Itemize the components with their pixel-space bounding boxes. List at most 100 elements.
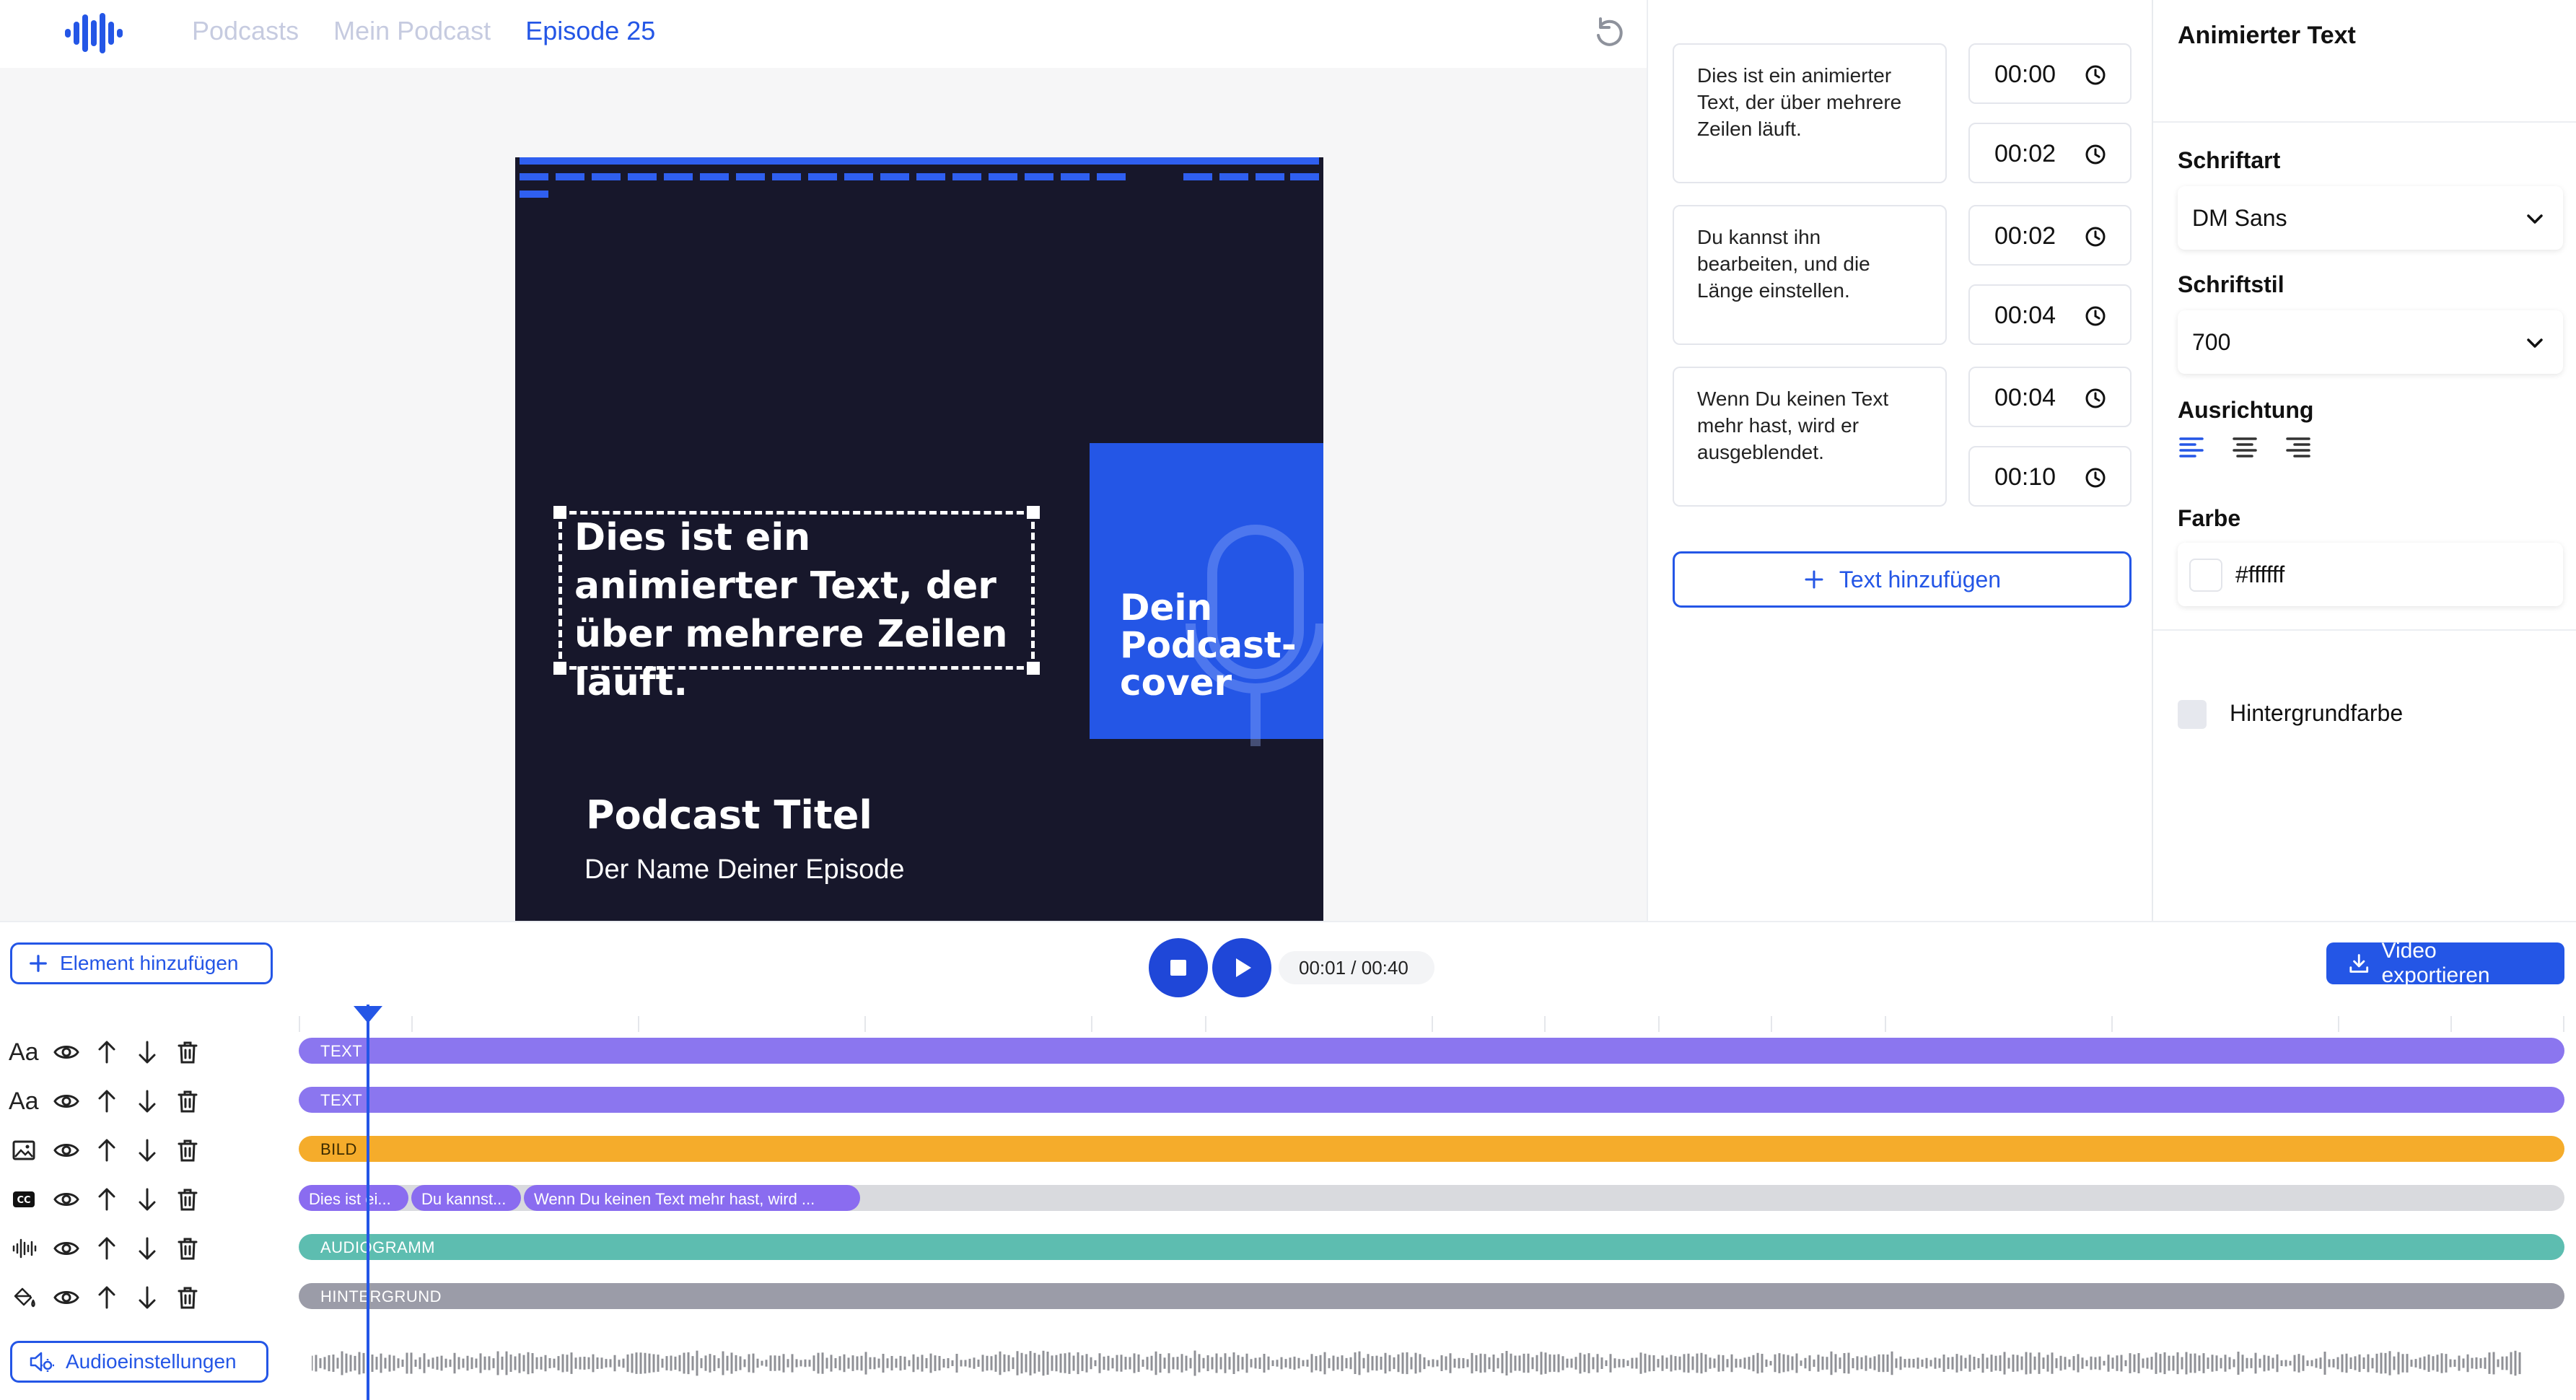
add-text-button[interactable]: Text hinzufügen: [1673, 551, 2132, 608]
font-style-value: 700: [2192, 329, 2231, 355]
play-button[interactable]: [1212, 938, 1271, 997]
arrow-down-icon[interactable]: [134, 1039, 160, 1065]
text-track-bar[interactable]: TEXT: [299, 1087, 2564, 1113]
time-value: 00:02: [1994, 140, 2056, 167]
background-color-checkbox[interactable]: [2178, 700, 2207, 729]
time-value: 00:04: [1994, 384, 2056, 411]
video-canvas[interactable]: Dies ist ein animierter Text, der über m…: [515, 157, 1323, 966]
episode-name-text[interactable]: Der Name Deiner Episode: [584, 854, 905, 885]
arrow-up-icon[interactable]: [94, 1088, 120, 1114]
caption-text-input[interactable]: Du kannst ihn bearbeiten, und die Länge …: [1673, 205, 1947, 345]
captions-track-bar[interactable]: Dies ist ei... Du kannst... Wenn Du kein…: [299, 1185, 2564, 1211]
divider: [2153, 121, 2576, 123]
svg-text:CC: CC: [17, 1195, 30, 1206]
caption-start-time[interactable]: 00:02: [1968, 205, 2132, 266]
caption-chip[interactable]: Du kannst...: [411, 1185, 521, 1211]
eye-icon[interactable]: [53, 1088, 79, 1114]
arrow-up-icon[interactable]: [94, 1137, 120, 1163]
audiogram-waveform[interactable]: [520, 157, 1319, 208]
arrow-down-icon[interactable]: [134, 1235, 160, 1261]
font-value: DM Sans: [2192, 205, 2287, 231]
arrow-up-icon[interactable]: [94, 1235, 120, 1261]
caption-end-time[interactable]: 00:10: [1968, 446, 2132, 507]
color-swatch[interactable]: [2189, 559, 2222, 592]
caption-end-time[interactable]: 00:02: [1968, 123, 2132, 183]
time-ruler[interactable]: [299, 1007, 2564, 1033]
playhead[interactable]: [367, 1005, 369, 1400]
canvas-stage: Dies ist ein animierter Text, der über m…: [0, 68, 1647, 966]
animated-text-element[interactable]: Dies ist ein animierter Text, der über m…: [574, 514, 1043, 707]
podcast-cover-image[interactable]: Dein Podcast-cover: [1090, 443, 1323, 746]
track-label: TEXT: [320, 1091, 363, 1109]
color-label: Farbe: [2178, 505, 2241, 531]
font-select[interactable]: DM Sans: [2178, 186, 2563, 250]
breadcrumb-episode: Episode 25: [525, 16, 656, 45]
breadcrumb-mein-podcast[interactable]: Mein Podcast: [333, 16, 491, 46]
caption-start-time[interactable]: 00:04: [1968, 367, 2132, 427]
eye-icon[interactable]: [53, 1285, 79, 1311]
play-icon: [1236, 958, 1251, 977]
audio-settings-button[interactable]: Audioeinstellungen: [10, 1341, 268, 1383]
align-left-icon[interactable]: [2178, 433, 2205, 460]
image-track-bar[interactable]: BILD: [299, 1136, 2564, 1162]
track-controls-text-2: Aa: [9, 1085, 203, 1117]
paint-bucket-icon: [14, 1287, 35, 1308]
eye-icon[interactable]: [53, 1137, 79, 1163]
caption-chip[interactable]: Dies ist ei...: [299, 1185, 408, 1211]
top-bar: Podcasts Mein Podcast Episode 25: [0, 0, 1647, 68]
breadcrumb: Podcasts Mein Podcast Episode 25: [192, 16, 655, 46]
font-style-select[interactable]: 700: [2178, 310, 2563, 374]
arrow-down-icon[interactable]: [134, 1285, 160, 1311]
eye-icon[interactable]: [53, 1235, 79, 1261]
waveform-icon: [12, 1238, 37, 1259]
resize-handle[interactable]: [553, 506, 566, 519]
color-input[interactable]: #ffffff: [2178, 543, 2563, 606]
add-element-button[interactable]: Element hinzufügen: [10, 942, 273, 984]
clock-icon: [2085, 468, 2106, 488]
eye-icon[interactable]: [53, 1186, 79, 1212]
caption-chip[interactable]: Wenn Du keinen Text mehr hast, wird ...: [524, 1185, 860, 1211]
audio-waveform[interactable]: [312, 1342, 2524, 1384]
export-video-button[interactable]: Video exportieren: [2326, 939, 2564, 987]
resize-handle[interactable]: [553, 662, 566, 675]
trash-icon[interactable]: [175, 1137, 201, 1163]
align-right-icon[interactable]: [2284, 433, 2312, 460]
arrow-down-icon[interactable]: [134, 1088, 160, 1114]
font-style-label: Schriftstil: [2178, 271, 2284, 297]
text-track-bar[interactable]: TEXT: [299, 1038, 2564, 1064]
arrow-down-icon[interactable]: [134, 1186, 160, 1212]
stop-button[interactable]: [1149, 938, 1208, 997]
arrow-down-icon[interactable]: [134, 1137, 160, 1163]
clock-icon: [2085, 227, 2106, 247]
trash-icon[interactable]: [175, 1235, 201, 1261]
arrow-up-icon[interactable]: [94, 1186, 120, 1212]
caption-text-input[interactable]: Wenn Du keinen Text mehr hast, wird er a…: [1673, 367, 1947, 507]
undo-icon[interactable]: [1592, 16, 1628, 52]
caption-text-input[interactable]: Dies ist ein animierter Text, der über m…: [1673, 43, 1947, 183]
align-center-icon[interactable]: [2231, 433, 2259, 460]
trash-icon[interactable]: [175, 1186, 201, 1212]
trash-icon[interactable]: [175, 1088, 201, 1114]
caption-start-time[interactable]: 00:00: [1968, 43, 2132, 104]
track-controls-image: [9, 1134, 203, 1166]
track-controls-background: [9, 1282, 203, 1313]
plus-icon: [1805, 570, 1823, 589]
plus-icon: [30, 955, 47, 972]
breadcrumb-podcasts[interactable]: Podcasts: [192, 16, 299, 46]
eye-icon[interactable]: [53, 1039, 79, 1065]
background-track-bar[interactable]: HINTERGRUND: [299, 1283, 2564, 1309]
time-value: 00:00: [1994, 61, 2056, 88]
logo-icon[interactable]: [63, 10, 124, 56]
stop-icon: [1170, 960, 1186, 976]
font-label: Schriftart: [2178, 147, 2281, 173]
trash-icon[interactable]: [175, 1039, 201, 1065]
caption-end-time[interactable]: 00:04: [1968, 284, 2132, 345]
audiogram-track-bar[interactable]: AUDIOGRAMM: [299, 1234, 2564, 1260]
track-label: AUDIOGRAMM: [320, 1238, 435, 1256]
arrow-up-icon[interactable]: [94, 1039, 120, 1065]
arrow-up-icon[interactable]: [94, 1285, 120, 1311]
chevron-down-icon: [2527, 338, 2543, 348]
podcast-title-text[interactable]: Podcast Titel: [586, 792, 872, 838]
trash-icon[interactable]: [175, 1285, 201, 1311]
captions-panel: Dies ist ein animierter Text, der über m…: [1647, 0, 2152, 921]
